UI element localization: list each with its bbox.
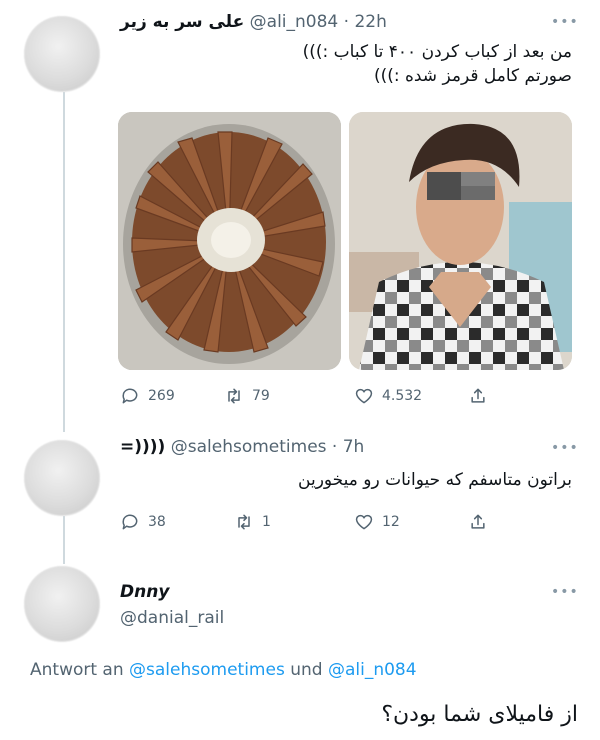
share-icon	[471, 514, 485, 529]
more-dots-icon[interactable]: •••	[551, 14, 579, 30]
heart-icon	[355, 514, 373, 530]
avatar[interactable]	[24, 566, 100, 642]
reply-context: Antwort an @salehsometimes und @ali_n084	[30, 660, 417, 680]
more-dots-icon[interactable]: •••	[551, 440, 579, 456]
display-name[interactable]: علی سر به زیر	[120, 12, 244, 32]
user-handle[interactable]: @danial_rail	[120, 608, 224, 628]
user-handle[interactable]: @salehsometimes	[171, 437, 327, 457]
portrait-image	[349, 112, 572, 370]
media-kebab-pot[interactable]	[118, 112, 341, 370]
tweet-header: =)))) @salehsometimes · 7h	[120, 437, 364, 457]
reply-prefix: Antwort an	[30, 660, 124, 680]
mention-link[interactable]: @ali_n084	[328, 660, 417, 680]
tweet-header: علی سر به زیر @ali_n084 · 22h	[120, 12, 387, 32]
retweet-button[interactable]: 79	[224, 386, 270, 406]
tweet-time[interactable]: · 7h	[332, 437, 364, 457]
tweet-text-line: براتون متاسفم که حیوانات رو میخورین	[298, 470, 572, 490]
mention-link[interactable]: @salehsometimes	[129, 660, 285, 680]
media-portrait[interactable]	[349, 112, 572, 370]
tweet-actions: 38 1 12	[120, 510, 572, 534]
kebab-pot-image	[118, 112, 341, 370]
share-button[interactable]	[468, 386, 488, 406]
reply-button[interactable]: 38	[120, 512, 166, 532]
user-handle[interactable]: @ali_n084	[250, 12, 339, 32]
reply-count: 269	[148, 388, 175, 404]
thread-line-2	[63, 516, 65, 564]
like-count: 4.532	[382, 388, 423, 404]
heart-icon	[355, 388, 373, 404]
reply-icon	[122, 514, 138, 530]
like-count: 12	[382, 514, 400, 530]
tweet-text-line-1: من بعد از کباب کردن ۴۰۰ تا کباب :)))	[302, 42, 572, 62]
retweet-count: 79	[252, 388, 270, 404]
avatar[interactable]	[24, 16, 100, 92]
retweet-count: 1	[262, 514, 271, 530]
tweet-text: از فامیلای شما بودن؟	[381, 702, 578, 727]
share-button[interactable]	[468, 512, 488, 532]
tweet-text: من بعد از کباب کردن ۴۰۰ تا کباب :))) صور…	[120, 40, 572, 88]
more-dots-icon[interactable]: •••	[551, 584, 579, 600]
like-button[interactable]: 12	[354, 512, 400, 532]
display-name[interactable]: Dnny	[120, 582, 169, 602]
retweet-icon	[238, 514, 250, 530]
tweet-text-line-2: صورتم کامل قرمز شده :)))	[373, 66, 572, 86]
thread-line-1	[63, 92, 65, 432]
avatar[interactable]	[24, 440, 100, 516]
share-icon	[471, 388, 485, 403]
tweet-time[interactable]: · 22h	[344, 12, 387, 32]
reply-icon	[122, 388, 138, 404]
tweet-text: براتون متاسفم که حیوانات رو میخورین	[120, 468, 572, 492]
reply-joiner: und	[290, 660, 323, 680]
like-button[interactable]: 4.532	[354, 386, 422, 406]
display-name[interactable]: =))))	[120, 437, 165, 457]
reply-count: 38	[148, 514, 166, 530]
retweet-button[interactable]: 1	[234, 512, 271, 532]
retweet-icon	[228, 388, 240, 404]
reply-button[interactable]: 269	[120, 386, 175, 406]
tweet-actions: 269 79 4.532	[120, 384, 572, 408]
